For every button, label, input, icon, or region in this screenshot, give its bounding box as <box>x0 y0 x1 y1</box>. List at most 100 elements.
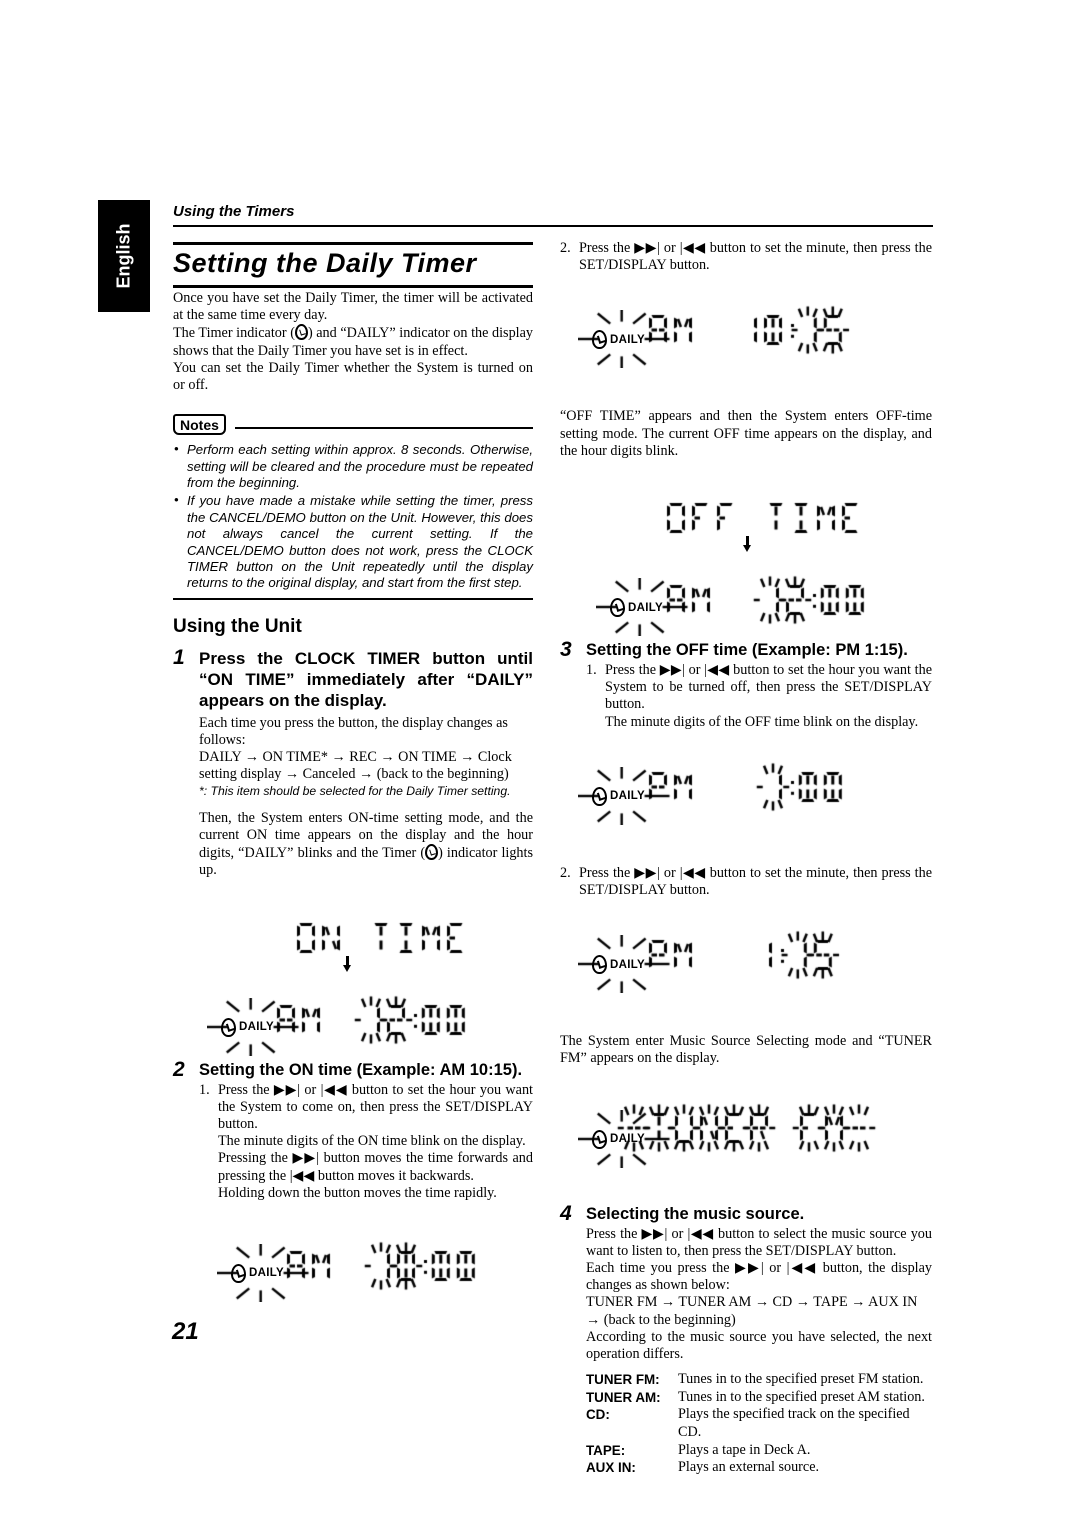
blink-rays <box>578 1109 682 1168</box>
step-1-body-1: Each time you press the button, the disp… <box>199 714 508 749</box>
timer-indicator-icon <box>294 324 308 341</box>
substep-number: 2. <box>560 240 571 256</box>
page-title: Setting the Daily Timer <box>173 248 477 278</box>
lcd-time-value <box>710 286 871 375</box>
step-4: 4 Selecting the music source. Press the … <box>560 1201 932 1477</box>
step-4-body-2: Each time you press the ▶▶| or |◀◀ butto… <box>586 1260 932 1294</box>
step-3-number: 3 <box>560 638 572 662</box>
source-value: Plays an external source. <box>678 1459 820 1476</box>
lcd-pm100-clock <box>735 742 871 836</box>
lcd-figure-on-hour: DAILY <box>173 1216 533 1336</box>
lcd-daily-indicator: DAILY <box>578 310 682 369</box>
substep-number: 1. <box>586 662 597 679</box>
lcd-time-value <box>343 1221 504 1310</box>
note-item: Perform each setting within approx. 8 se… <box>173 441 533 491</box>
lcd-text-on-time <box>268 893 494 982</box>
music-source-table: TUNER FM: Tunes in to the specified pres… <box>586 1371 932 1477</box>
blink-rays <box>578 935 682 994</box>
intro-p2-text-a: The Timer indicator ( <box>173 325 295 342</box>
step-3-sub-2: 2. Press the ▶▶| or |◀◀ button to set th… <box>560 865 932 899</box>
notes-badge: Notes <box>173 414 226 436</box>
blink-rays <box>578 766 682 825</box>
step-3-sub-2-text: Press the ▶▶| or |◀◀ button to set the m… <box>579 864 932 899</box>
notes-rule <box>235 427 533 430</box>
lcd-time-value <box>732 556 893 645</box>
blink-rays <box>217 1243 321 1302</box>
step-1-footnote: *: This item should be selected for the … <box>199 783 511 798</box>
substep-number: 1. <box>199 1081 210 1098</box>
lcd-off-time-word <box>638 474 889 567</box>
step-2-sub-2: 2. Press the ▶▶| or |◀◀ button to set th… <box>560 240 932 274</box>
lcd-pm115-clock <box>725 911 861 1004</box>
substep-number: 2. <box>560 864 571 881</box>
step-4-body-1: Press the ▶▶| or |◀◀ button to select th… <box>586 1225 932 1259</box>
lcd-figure-tuner-fm: DAILY <box>560 1080 932 1198</box>
blink-rays <box>207 997 311 1056</box>
step-2-sub-2-text: Press the ▶▶| or |◀◀ button to set the m… <box>579 240 932 274</box>
step-2-sub-1-line4: Holding down the button moves the time r… <box>218 1184 497 1201</box>
source-key: TUNER AM: <box>586 1389 661 1405</box>
step-2-number: 2 <box>173 1057 185 1081</box>
lcd-daily-indicator: DAILY <box>578 1109 682 1168</box>
step-2-sub-1-text: Press the ▶▶| or |◀◀ button to set the h… <box>218 1081 533 1132</box>
step-1: 1 Press the CLOCK TIMER button until “ON… <box>173 646 533 880</box>
header-rule-top <box>173 225 933 227</box>
lcd-daily-indicator: DAILY <box>578 935 682 994</box>
right-column: 2. Press the ▶▶| or |◀◀ button to set th… <box>560 240 932 1477</box>
lcd-time-value <box>725 911 861 1000</box>
lcd-on-time-clock <box>333 975 494 1069</box>
source-key: CD: <box>586 1407 610 1423</box>
source-value: Plays the specified track on the specifi… <box>678 1406 910 1441</box>
intro-paragraph-3: You can set the Daily Timer whether the … <box>173 359 533 394</box>
lcd-time-value <box>735 742 871 831</box>
step-1-body-2: Then, the System enters ON-time setting … <box>199 810 533 880</box>
step-2-heading: Setting the ON time (Example: AM 10:15). <box>199 1060 523 1079</box>
lcd-time-value <box>333 975 494 1064</box>
source-key: TUNER FM: <box>586 1372 660 1388</box>
table-row: AUX IN: Plays an external source. <box>586 1459 932 1477</box>
after-off-text: The System enter Music Source Selecting … <box>560 1033 932 1067</box>
source-key: AUX IN: <box>586 1460 636 1476</box>
note-item: If you have made a mistake while setting… <box>173 492 533 591</box>
intro-paragraph-1: Once you have set the Daily Timer, the t… <box>173 290 533 324</box>
step-2-sub-1-line3: Pressing the ▶▶| button moves the time f… <box>218 1150 533 1184</box>
chapter-rule-below <box>173 285 533 288</box>
timer-indicator-icon <box>425 844 439 861</box>
blink-rays <box>596 578 700 637</box>
notes-bottom-rule <box>173 597 533 600</box>
step-2: 2 Setting the ON time (Example: AM 10:15… <box>173 1057 533 1202</box>
step-4-sequence: TUNER FM → TUNER AM → CD → TAPE → AUX IN… <box>586 1294 918 1328</box>
step-2-sub-1-line2: The minute digits of the ON time blink o… <box>218 1133 526 1150</box>
lcd-text-off-time <box>638 474 889 563</box>
intro-paragraph-2: The Timer indicator () and “DAILY” indic… <box>173 324 533 359</box>
source-value: Tunes in to the specified preset FM stat… <box>678 1371 924 1388</box>
step-3-heading: Setting the OFF time (Example: PM 1:15). <box>586 641 908 660</box>
lcd-daily-indicator: DAILY <box>217 1243 321 1302</box>
manual-page: English Using the Timers Setting the Dai… <box>0 0 1080 1528</box>
table-row: TAPE: Plays a tape in Deck A. <box>586 1442 932 1460</box>
step-1-heading: Press the CLOCK TIMER button until “ON T… <box>199 648 533 710</box>
language-tab-label: English <box>113 223 134 289</box>
notes-body: Perform each setting within approx. 8 se… <box>173 441 533 592</box>
notes-block: Notes Perform each setting within approx… <box>173 414 533 600</box>
step-1-sequence: DAILY → ON TIME* → REC → ON TIME → Clock… <box>199 749 512 783</box>
source-value: Tunes in to the specified preset AM stat… <box>678 1388 925 1405</box>
step-3-sub-1: 1. Press the ▶▶| or |◀◀ button to set th… <box>586 662 932 731</box>
lcd-daily-indicator: DAILY <box>207 997 311 1056</box>
after-on-text: “OFF TIME” appears and then the System e… <box>560 408 932 459</box>
lcd-figure-on-1015: DAILY <box>560 286 932 402</box>
lcd-figure-on-time: DAILY <box>173 893 533 1064</box>
lcd-daily-indicator: DAILY <box>578 766 682 825</box>
step-4-number: 4 <box>560 1201 572 1225</box>
lcd-figure-off-hour: DAILY <box>560 742 932 859</box>
language-tab: English <box>98 200 150 312</box>
lcd-on-hour-clock <box>343 1221 504 1315</box>
step-3-sub-1-line2: The minute digits of the OFF time blink … <box>605 713 919 730</box>
section-using-the-unit: Using the Unit <box>173 615 302 637</box>
table-row: CD: Plays the specified track on the spe… <box>586 1406 932 1441</box>
step-2-sub-1: 1. Press the ▶▶| or |◀◀ button to set th… <box>199 1082 533 1202</box>
table-row: TUNER FM: Tunes in to the specified pres… <box>586 1371 932 1389</box>
lcd-off-time-clock <box>732 556 893 649</box>
chapter-rule-above <box>173 242 533 245</box>
step-4-heading: Selecting the music source. <box>586 1204 805 1223</box>
